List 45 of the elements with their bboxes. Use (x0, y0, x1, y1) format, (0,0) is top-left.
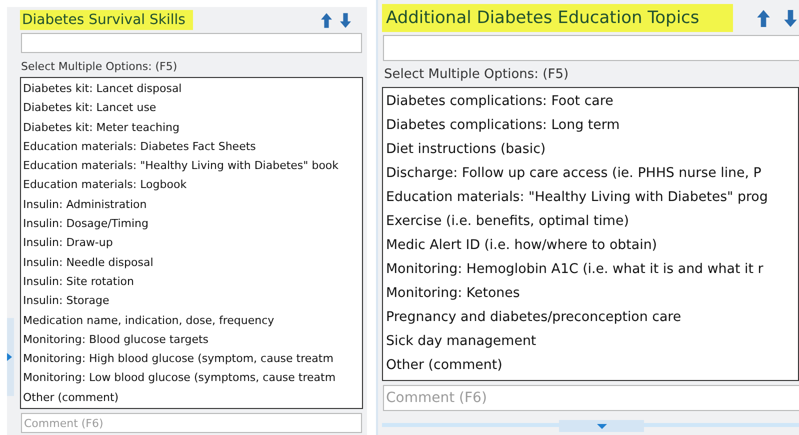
option-item[interactable]: Monitoring: Hemoglobin A1C (i.e. what it is and what it r (386, 258, 795, 282)
move-up-icon[interactable] (321, 12, 332, 28)
option-item[interactable]: Other (comment) (386, 354, 795, 378)
option-item[interactable]: Monitoring: Low blood glucose (symptoms, cause treatm (23, 368, 360, 388)
section-title: Additional Diabetes Education Topics (382, 4, 734, 32)
option-item[interactable]: Pregnancy and diabetes/preconception care (386, 306, 795, 330)
options-label: Select Multiple Options: (F5) (21, 60, 178, 73)
option-item[interactable]: Diet instructions (basic) (386, 138, 795, 162)
option-item[interactable]: Sick day management (386, 330, 795, 354)
option-item[interactable]: Education materials: Logbook (23, 175, 360, 195)
collapse-tab[interactable] (559, 420, 644, 432)
option-item[interactable]: Discharge: Follow up care access (ie. PHHS nurse line, P (386, 162, 795, 186)
caret-right-icon (7, 353, 12, 361)
move-up-icon[interactable] (757, 10, 770, 26)
side-handle[interactable] (7, 318, 14, 396)
option-item[interactable]: Other (comment) (23, 388, 360, 408)
option-item[interactable]: Monitoring: High blood glucose (symptom, cause treatm (23, 349, 360, 368)
move-down-icon[interactable] (784, 10, 797, 26)
option-item[interactable]: Insulin: Storage (23, 291, 360, 311)
caret-down-icon (596, 424, 606, 428)
option-item[interactable]: Exercise (i.e. benefits, optimal time) (386, 210, 795, 234)
option-item[interactable]: Diabetes kit: Lancet disposal (23, 79, 360, 98)
option-item[interactable]: Monitoring: Blood glucose targets (23, 330, 360, 350)
option-item[interactable]: Education materials: Diabetes Fact Sheets (23, 136, 360, 156)
option-item[interactable]: Insulin: Administration (23, 194, 360, 214)
comment-field[interactable]: Comment (F6) (383, 385, 799, 411)
option-item[interactable]: Diabetes kit: Meter teaching (23, 118, 360, 137)
option-item[interactable]: Monitoring: Ketones (386, 282, 795, 306)
search-field[interactable] (383, 35, 799, 61)
comment-field[interactable]: Comment (F6) (21, 413, 362, 434)
option-item[interactable]: Insulin: Site rotation (23, 272, 360, 292)
option-item[interactable]: Medication name, indication, dose, frequency (23, 310, 360, 330)
option-item[interactable]: Insulin: Dosage/Timing (23, 214, 360, 234)
option-item[interactable]: Education materials: "Healthy Living with Diabetes" prog (386, 186, 795, 210)
options-label: Select Multiple Options: (F5) (384, 67, 570, 82)
option-item[interactable]: Insulin: Needle disposal (23, 252, 360, 272)
option-item[interactable]: Education materials: "Healthy Living with Diabetes" book (23, 156, 360, 176)
option-item[interactable]: Diabetes kit: Lancet use (23, 98, 360, 118)
move-down-icon[interactable] (340, 12, 351, 28)
option-item[interactable]: Medic Alert ID (i.e. how/where to obtain) (386, 234, 795, 258)
option-item[interactable]: Diabetes complications: Long term (386, 114, 795, 138)
option-item[interactable]: Diabetes complications: Foot care (386, 90, 795, 114)
search-field[interactable] (21, 33, 362, 53)
section-title: Diabetes Survival Skills (20, 10, 194, 30)
option-item[interactable]: Insulin: Draw-up (23, 233, 360, 253)
